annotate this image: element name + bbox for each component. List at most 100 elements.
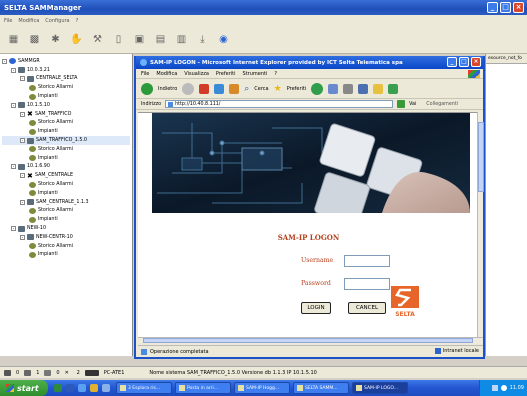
stop-icon[interactable] [199, 83, 210, 94]
tree-node[interactable]: Storico Allarmi [2, 242, 130, 251]
tools-icon[interactable]: ⚒ [90, 32, 105, 47]
print-icon[interactable] [343, 83, 354, 94]
address-input[interactable]: http://10.40.8.111/ [165, 100, 394, 108]
go-label[interactable]: Vai [409, 102, 416, 107]
ie-menu-help[interactable]: ? [274, 71, 277, 77]
tree-node[interactable]: - SAM_CENTRALE_1.1.3 [2, 198, 130, 207]
layers-icon[interactable]: ▦ [6, 32, 21, 47]
menu-modifica[interactable]: Modifica [18, 18, 39, 24]
ql-excel-icon[interactable] [54, 384, 62, 392]
tree-expander[interactable]: - [20, 199, 25, 205]
tray-volume-icon[interactable] [500, 385, 507, 391]
mail-icon[interactable] [328, 83, 339, 94]
links-label[interactable]: Collegamenti [426, 102, 458, 107]
folder-icon[interactable] [373, 83, 384, 94]
tree-expander[interactable]: - [20, 111, 25, 117]
download-icon[interactable]: ⤓ [195, 32, 210, 47]
tree-expander[interactable]: - [20, 138, 25, 144]
clock[interactable]: 11.09 [510, 385, 524, 391]
ie-close-button[interactable]: × [471, 57, 481, 67]
tree-expander[interactable]: - [11, 164, 16, 170]
ie-menu-strumenti[interactable]: Strumenti [243, 71, 268, 77]
password-input[interactable] [344, 278, 390, 290]
minimize-button[interactable]: _ [487, 2, 498, 13]
tree-expander[interactable]: - [11, 226, 16, 232]
search-label[interactable]: Cerca [254, 86, 268, 92]
tree-node[interactable]: Storico Allarmi [2, 83, 130, 92]
tree-node[interactable]: - ✖ SAM_TRAFFICO [2, 110, 130, 119]
ie-minimize-button[interactable]: _ [447, 57, 457, 67]
layers-add-icon[interactable]: ▩ [27, 32, 42, 47]
tree-expander[interactable]: - [20, 173, 25, 179]
favorites-label[interactable]: Preferiti [287, 86, 307, 92]
maximize-button[interactable]: □ [500, 2, 511, 13]
tree-node[interactable]: Impianti [2, 154, 130, 163]
star-icon[interactable]: ✱ [48, 32, 63, 47]
tree-node[interactable]: - SAM_TRAFFICO_1.5.0 [2, 136, 130, 145]
tree-node[interactable]: - ✖ SAM_CENTRALE [2, 171, 130, 180]
tree-node[interactable]: - NEW-10 [2, 224, 130, 233]
tree-node[interactable]: Impianti [2, 189, 130, 198]
window-icon[interactable]: ▯ [111, 32, 126, 47]
globe-icon[interactable]: ◉ [216, 32, 231, 47]
menu-configura[interactable]: Configura [45, 18, 69, 24]
ql-word-icon[interactable] [66, 384, 74, 392]
back-icon[interactable] [141, 82, 153, 95]
favorites-icon[interactable]: ★ [274, 84, 282, 94]
go-icon[interactable] [397, 100, 406, 108]
tree-expander[interactable]: - [20, 76, 25, 82]
history-icon[interactable] [311, 82, 324, 95]
ql-outlook-icon[interactable] [90, 384, 98, 392]
tree-node[interactable]: Impianti [2, 215, 130, 224]
tree-node[interactable]: - 10.1.5.10 [2, 101, 130, 110]
tree-node[interactable]: - SAMMGR [2, 57, 130, 66]
ie-vertical-scrollbar[interactable] [477, 112, 484, 337]
monitor-icon[interactable]: ▣ [132, 32, 147, 47]
task-selta-samm[interactable]: SELTA SAMM... [293, 382, 349, 394]
messenger-icon[interactable] [388, 83, 399, 94]
tree-node[interactable]: - 10.1.6.90 [2, 163, 130, 172]
ie-maximize-button[interactable]: □ [459, 57, 469, 67]
task-sam-ip-hogg[interactable]: SAM-IP Hogg... [234, 382, 290, 394]
tree-node[interactable]: Impianti [2, 92, 130, 101]
cancel-button[interactable]: CANCEL [348, 302, 386, 314]
tree-node[interactable]: - NEW-CENTR-10 [2, 233, 130, 242]
tree-node[interactable]: - CENTRALE_SELTA [2, 75, 130, 84]
home-icon[interactable] [229, 83, 240, 94]
server-icon[interactable]: ▤ [153, 32, 168, 47]
system-tree[interactable]: - SAMMGR -10.0.3.21- CENTRALE_SELTA Storico … [0, 54, 133, 356]
username-input[interactable] [344, 255, 390, 267]
task-explorer[interactable]: 3 Esplora ris... [116, 382, 172, 394]
ie-hscroll-thumb[interactable] [143, 338, 473, 343]
thumb-icon[interactable]: ✋ [69, 32, 84, 47]
ie-menu-visualizza[interactable]: Visualizza [184, 71, 209, 77]
task-mail[interactable]: Posta in arri... [175, 382, 231, 394]
tree-node[interactable]: Storico Allarmi [2, 207, 130, 216]
edit-icon[interactable] [358, 83, 369, 94]
tree-node[interactable]: Impianti [2, 251, 130, 260]
ql-desktop-icon[interactable] [102, 384, 110, 392]
ql-ie-icon[interactable] [78, 384, 86, 392]
tree-expander[interactable]: - [11, 102, 16, 108]
ie-horizontal-scrollbar[interactable] [138, 337, 483, 343]
start-button[interactable]: start [0, 380, 48, 396]
ie-menu-file[interactable]: File [141, 71, 149, 77]
tree-expander[interactable]: - [20, 234, 25, 240]
ie-menu-preferiti[interactable]: Preferiti [216, 71, 236, 77]
tree-node[interactable]: Storico Allarmi [2, 145, 130, 154]
login-button[interactable]: LOGIN [301, 302, 331, 314]
tree-node[interactable]: Storico Allarmi [2, 180, 130, 189]
refresh-icon[interactable] [214, 83, 225, 94]
forward-icon[interactable] [182, 82, 195, 95]
tree-expander[interactable]: - [2, 58, 7, 64]
back-label[interactable]: Indietro [158, 86, 177, 92]
tree-node[interactable]: - 10.0.3.21 [2, 66, 130, 75]
menu-help[interactable]: ? [76, 18, 79, 24]
tree-expander[interactable]: - [11, 67, 16, 73]
tree-node[interactable]: Storico Allarmi [2, 119, 130, 128]
document-icon[interactable]: ▥ [174, 32, 189, 47]
ie-menu-modifica[interactable]: Modifica [156, 71, 177, 77]
search-icon[interactable]: ⌕ [244, 84, 249, 94]
close-button[interactable]: × [513, 2, 524, 13]
menu-file[interactable]: File [4, 18, 12, 24]
